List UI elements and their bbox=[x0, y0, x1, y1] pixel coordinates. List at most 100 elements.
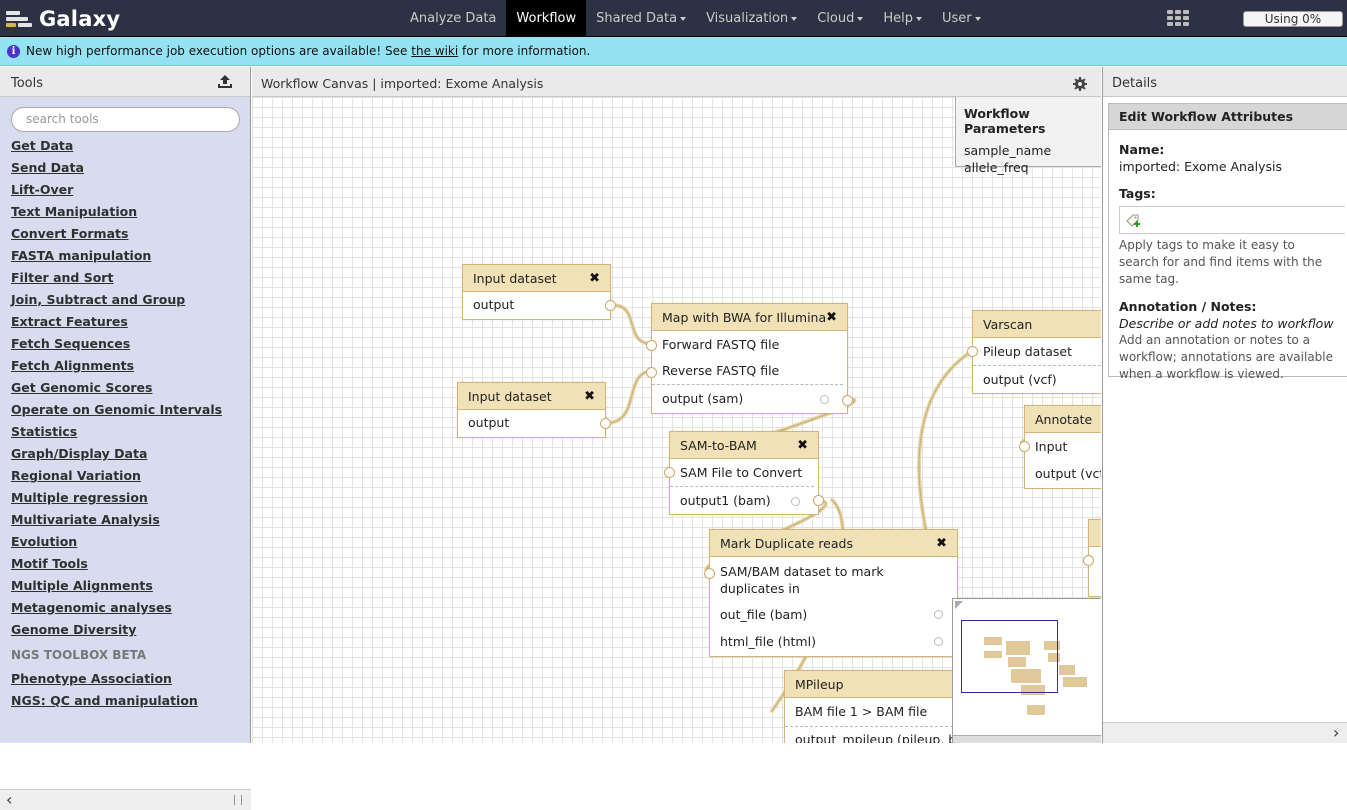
input-terminal[interactable] bbox=[967, 346, 978, 357]
tool-section-link[interactable]: Graph/Display Data bbox=[11, 446, 222, 468]
node-title[interactable]: MPileup bbox=[785, 671, 953, 698]
nav-shared-data[interactable]: Shared Data bbox=[586, 0, 696, 36]
tool-section-link[interactable]: Get Genomic Scores bbox=[11, 380, 222, 402]
tool-section-link[interactable]: Text Manipulation bbox=[11, 204, 222, 226]
name-label: Name: bbox=[1119, 142, 1165, 157]
output-settings-icon[interactable] bbox=[934, 610, 943, 619]
scroll-right-icon[interactable]: › bbox=[1333, 725, 1339, 741]
output-terminal[interactable] bbox=[600, 418, 611, 429]
tool-section-link[interactable]: Motif Tools bbox=[11, 556, 222, 578]
tags-input[interactable] bbox=[1119, 206, 1345, 234]
minimap-scrollbar[interactable] bbox=[953, 735, 1101, 743]
output-terminal[interactable] bbox=[813, 495, 824, 506]
input-terminal[interactable] bbox=[1019, 441, 1030, 452]
tool-section-link[interactable]: Extract Features bbox=[11, 314, 222, 336]
node-output: output (sam) bbox=[652, 384, 843, 413]
tool-section-link[interactable]: Multivariate Analysis bbox=[11, 512, 222, 534]
workflow-node-bwa[interactable]: Map with BWA for Illumina ✖ Forward FASTQ… bbox=[646, 303, 853, 414]
tool-section-link[interactable]: FASTA manipulation bbox=[11, 248, 222, 270]
tool-section-link[interactable]: NGS: QC and manipulation bbox=[11, 693, 222, 715]
workflow-canvas[interactable]: Input dataset ✖ output Input dataset ✖ out… bbox=[252, 97, 1101, 743]
output-settings-icon[interactable] bbox=[934, 637, 943, 646]
resize-corner-icon[interactable] bbox=[955, 601, 963, 609]
close-icon[interactable]: ✖ bbox=[936, 530, 947, 556]
tool-section-link[interactable]: Fetch Alignments bbox=[11, 358, 222, 380]
details-panel-scrollbar[interactable]: › bbox=[1103, 722, 1347, 743]
tool-section-link[interactable]: Multiple regression bbox=[11, 490, 222, 512]
tag-add-icon[interactable] bbox=[1125, 213, 1141, 229]
nav-user[interactable]: User bbox=[932, 0, 991, 36]
input-terminal[interactable] bbox=[704, 568, 715, 579]
workflow-node-input-dataset[interactable]: Input dataset ✖ output bbox=[462, 264, 616, 320]
tool-section-link[interactable]: Filter and Sort bbox=[11, 270, 222, 292]
tool-section-link[interactable]: Join, Subtract and Group bbox=[11, 292, 222, 314]
node-output: output bbox=[468, 415, 510, 430]
node-title[interactable]: Input dataset ✖ bbox=[458, 383, 605, 410]
output-settings-icon[interactable] bbox=[820, 395, 829, 404]
tool-section-link[interactable]: Metagenomic analyses bbox=[11, 600, 222, 622]
tool-search-input[interactable]: search tools bbox=[11, 107, 240, 132]
input-terminal[interactable] bbox=[1083, 555, 1094, 566]
close-icon[interactable]: ✖ bbox=[589, 265, 600, 291]
node-title[interactable]: Varscan bbox=[973, 311, 1101, 338]
tool-section-link[interactable]: Fetch Sequences bbox=[11, 336, 222, 358]
workflow-node-mark-duplicates[interactable]: Mark Duplicate reads ✖ SAM/BAM dataset to… bbox=[704, 529, 958, 657]
tool-section-link[interactable]: Evolution bbox=[11, 534, 222, 556]
output-terminal[interactable] bbox=[605, 300, 616, 311]
tool-section-link[interactable]: Regional Variation bbox=[11, 468, 222, 490]
canvas-overview-minimap[interactable] bbox=[952, 598, 1101, 743]
workflow-node-partial[interactable] bbox=[1083, 519, 1101, 597]
details-title: Details bbox=[1112, 76, 1158, 91]
wiki-link[interactable]: the wiki bbox=[411, 44, 458, 58]
workflow-node-varscan[interactable]: Varscan Pileup dataset output (vcf) bbox=[967, 310, 1101, 394]
brand[interactable]: Galaxy bbox=[6, 6, 120, 32]
node-title[interactable]: Mark Duplicate reads ✖ bbox=[710, 530, 957, 557]
quota-meter[interactable]: Using 0% bbox=[1243, 11, 1343, 27]
tool-section-link[interactable]: Send Data bbox=[11, 160, 222, 182]
drag-handle-icon[interactable] bbox=[234, 795, 242, 805]
annotation-input[interactable]: Describe or add notes to workflow bbox=[1119, 315, 1337, 332]
nav-workflow[interactable]: Workflow bbox=[506, 0, 587, 36]
workflow-name-value[interactable]: imported: Exome Analysis bbox=[1119, 158, 1337, 175]
workflow-node-mpileup[interactable]: MPileup BAM file 1 > BAM file output_mpi… bbox=[784, 670, 954, 743]
gear-icon[interactable] bbox=[1073, 77, 1087, 91]
tool-section-link[interactable]: Statistics bbox=[11, 424, 222, 446]
tool-section-link[interactable]: Phenotype Association bbox=[11, 671, 222, 693]
output-settings-icon[interactable] bbox=[791, 497, 800, 506]
output-terminal[interactable] bbox=[842, 395, 853, 406]
node-title[interactable]: SAM-to-BAM ✖ bbox=[670, 432, 818, 459]
input-terminal[interactable] bbox=[664, 467, 675, 478]
nav-visualization[interactable]: Visualization bbox=[696, 0, 807, 36]
workflow-parameter: sample_name bbox=[964, 143, 1052, 158]
input-terminal[interactable] bbox=[646, 367, 657, 378]
app-grid-icon[interactable] bbox=[1167, 10, 1189, 27]
close-icon[interactable]: ✖ bbox=[584, 383, 595, 409]
tool-section-link[interactable]: Operate on Genomic Intervals bbox=[11, 402, 222, 424]
node-title[interactable]: Annotate bbox=[1025, 406, 1101, 433]
tool-section-link[interactable]: Convert Formats bbox=[11, 226, 222, 248]
workflow-node-annotate[interactable]: Annotate Input output (vcf) bbox=[1019, 405, 1101, 489]
nav-cloud[interactable]: Cloud bbox=[807, 0, 873, 36]
tool-panel-header: Tools bbox=[0, 67, 250, 97]
node-title[interactable]: Map with BWA for Illumina ✖ bbox=[652, 304, 847, 331]
tool-section-link[interactable]: Get Data bbox=[11, 138, 222, 160]
tool-section-link[interactable]: Lift-Over bbox=[11, 182, 222, 204]
upload-icon[interactable] bbox=[217, 74, 233, 90]
tool-section-link[interactable]: Genome Diversity bbox=[11, 622, 222, 644]
nav-help[interactable]: Help bbox=[873, 0, 932, 36]
tags-help: Apply tags to make it easy to search for… bbox=[1119, 238, 1323, 286]
node-title[interactable] bbox=[1089, 520, 1101, 547]
close-icon[interactable]: ✖ bbox=[826, 304, 837, 330]
close-icon[interactable]: ✖ bbox=[797, 432, 808, 458]
input-terminal[interactable] bbox=[646, 340, 657, 351]
node-title[interactable]: Input dataset ✖ bbox=[463, 265, 610, 292]
workflow-node-sam-to-bam[interactable]: SAM-to-BAM ✖ SAM File to Convert output1 … bbox=[664, 431, 824, 515]
workflow-node-input-dataset[interactable]: Input dataset ✖ output bbox=[457, 382, 611, 438]
nav-analyze-data[interactable]: Analyze Data bbox=[400, 0, 506, 36]
workflow-parameters-box: Workflow Parameters sample_name allele_f… bbox=[955, 97, 1101, 175]
tool-panel-scrollbar[interactable]: ‹ bbox=[0, 789, 251, 810]
minimap-viewport[interactable] bbox=[961, 620, 1058, 693]
scroll-left-icon[interactable]: ‹ bbox=[6, 792, 12, 808]
tool-section-link[interactable]: Multiple Alignments bbox=[11, 578, 222, 600]
brand-title: Galaxy bbox=[39, 7, 121, 31]
